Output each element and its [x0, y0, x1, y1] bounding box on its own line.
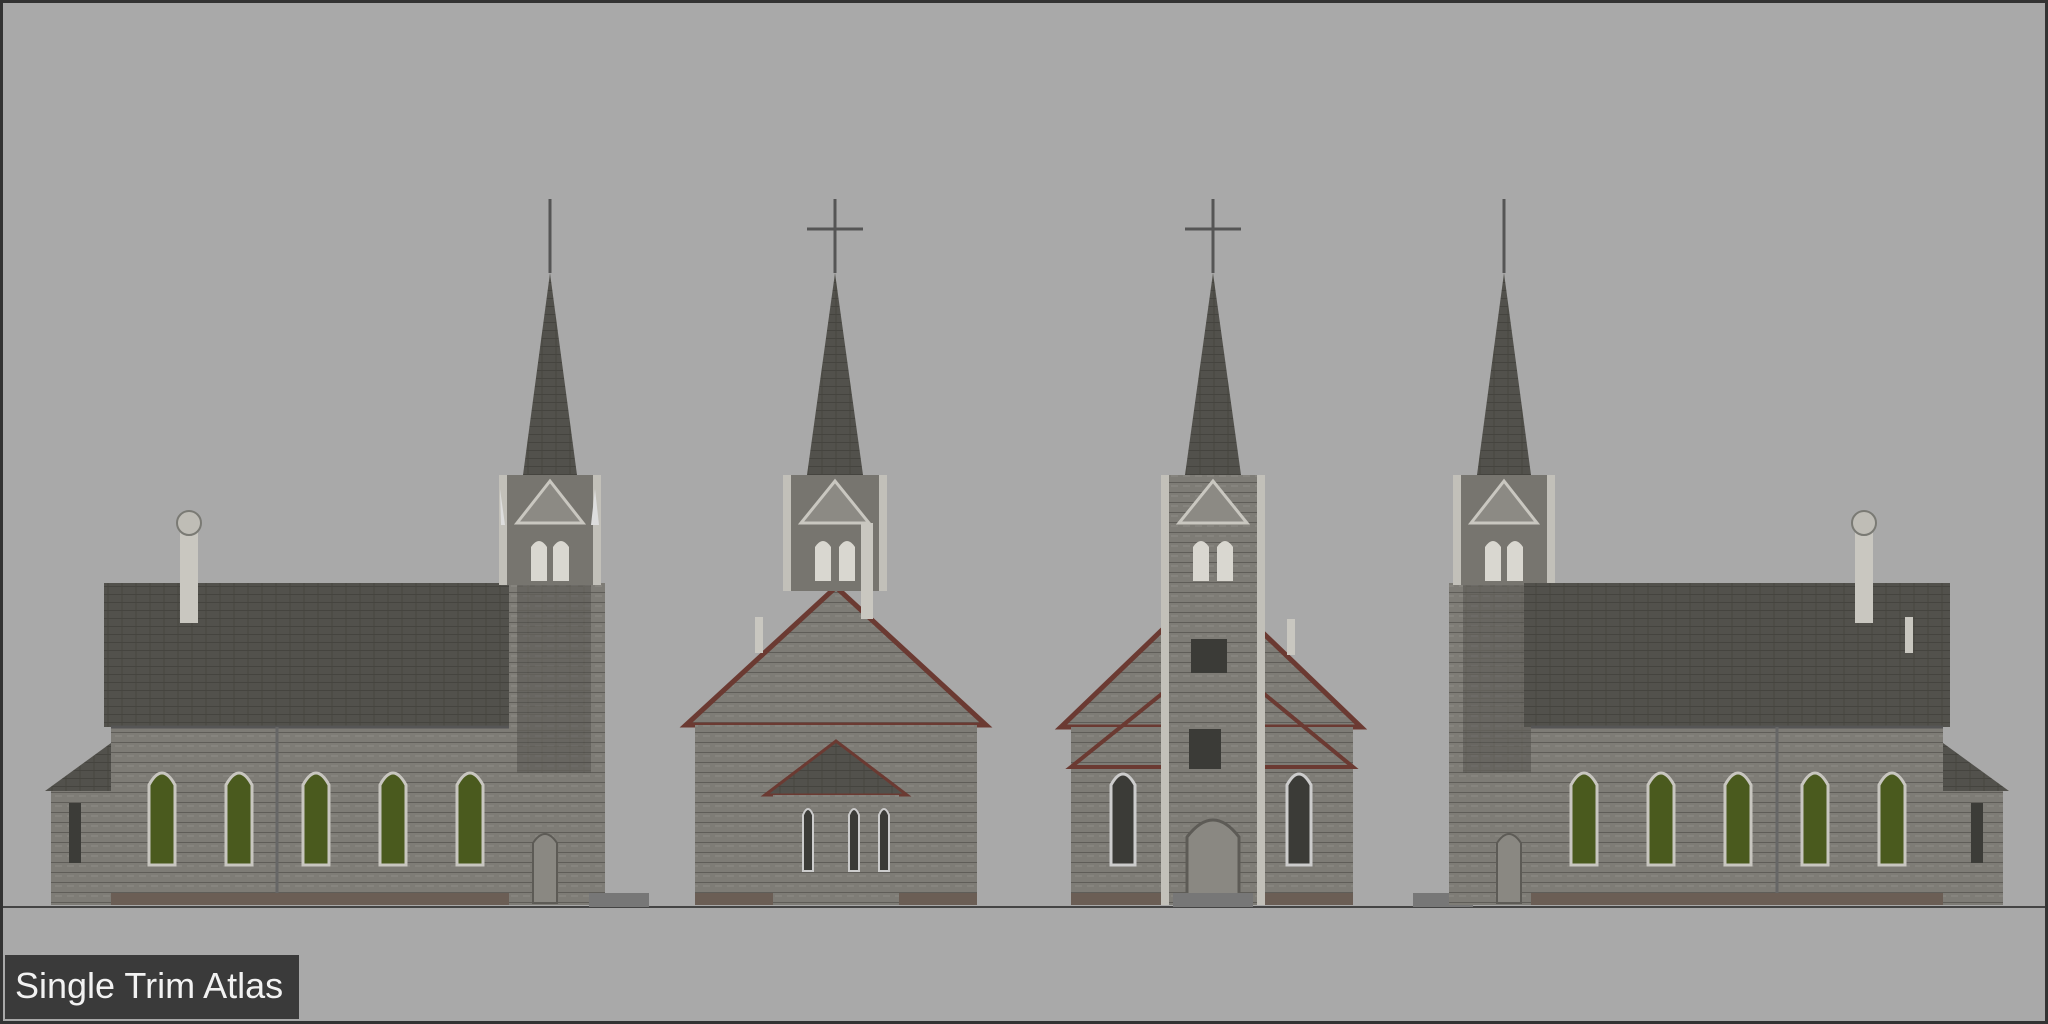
church-side-view-right: [1413, 199, 2009, 907]
church-front-view: [1054, 199, 1368, 907]
church-side-view-left: [45, 199, 649, 907]
render-viewport: Single Trim Atlas: [0, 0, 2048, 1024]
church-elevation-render: [3, 199, 2045, 908]
atlas-caption: Single Trim Atlas: [5, 955, 300, 1019]
church-rear-view: [679, 199, 993, 905]
